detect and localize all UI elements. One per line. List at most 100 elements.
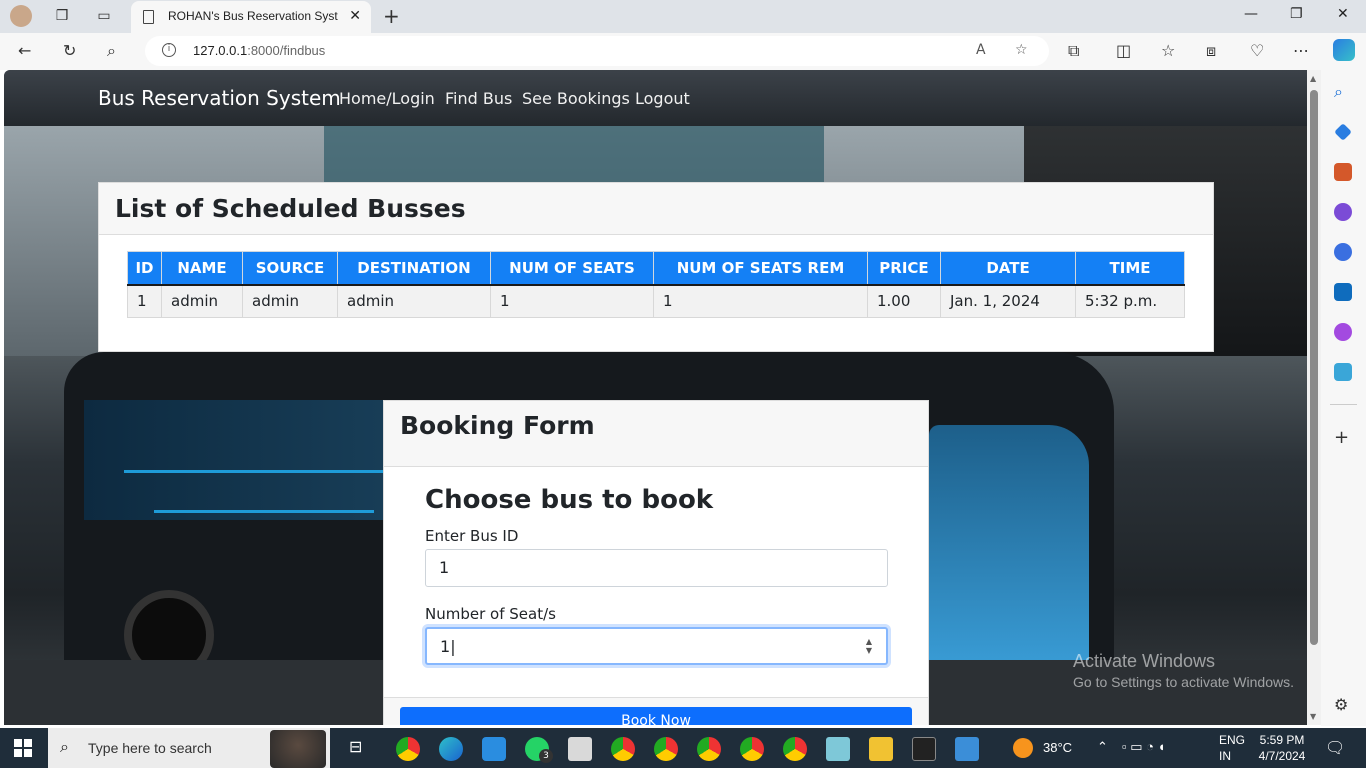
vscode-icon[interactable] — [482, 737, 506, 761]
read-aloud-icon[interactable]: A — [976, 42, 986, 58]
active-tab[interactable]: ROHAN's Bus Reservation System ✕ — [131, 1, 371, 33]
app-icon[interactable] — [826, 737, 850, 761]
site-navbar: Bus Reservation System Home/Login Find B… — [4, 70, 1307, 126]
bus-light-stripe — [124, 470, 384, 473]
notepad-icon[interactable] — [568, 737, 592, 761]
designer-icon[interactable] — [1334, 323, 1352, 341]
weather-temp[interactable]: 38°C — [1043, 740, 1072, 755]
tray-chevron-icon[interactable]: ⌃ — [1097, 739, 1108, 755]
settings-gear-icon[interactable]: ⚙ — [1334, 695, 1352, 714]
chrome-profile-icon[interactable] — [654, 737, 678, 761]
language-indicator[interactable]: ENG IN — [1219, 733, 1245, 763]
address-bar[interactable]: i 127.0.0.1:8000/findbus A ☆ — [145, 36, 1049, 66]
page-icon — [143, 10, 154, 24]
back-icon[interactable]: ← — [18, 41, 31, 60]
column-header: SOURCE — [242, 251, 338, 286]
more-menu-icon[interactable]: ⋯ — [1293, 41, 1309, 60]
workspaces-icon[interactable]: ❒ — [52, 6, 72, 26]
search-icon[interactable]: ⌕ — [1334, 82, 1352, 101]
site-brand[interactable]: Bus Reservation System — [98, 86, 341, 110]
edge-icon[interactable] — [439, 737, 463, 761]
nav-home-login[interactable]: Home/Login — [339, 89, 435, 108]
column-header: NAME — [161, 251, 243, 286]
nav-see-bookings[interactable]: See Bookings — [522, 89, 630, 108]
building-windows — [324, 126, 824, 186]
minimize-icon[interactable]: — — [1244, 6, 1258, 22]
bus-table: ID NAME SOURCE DESTINATION NUM OF SEATS … — [127, 251, 1185, 318]
url-text[interactable]: 127.0.0.1:8000/findbus — [193, 43, 325, 58]
chrome-profile-icon[interactable] — [783, 737, 807, 761]
clock-time: 5:59 PM — [1259, 733, 1305, 747]
activate-windows-watermark: Activate Windows Go to Settings to activ… — [1073, 651, 1294, 690]
chrome-profile-icon[interactable] — [611, 737, 635, 761]
refresh-icon[interactable]: ↻ — [63, 41, 76, 60]
nav-logout[interactable]: Logout — [635, 89, 690, 108]
bus-light-stripe — [154, 510, 374, 513]
games-icon[interactable] — [1334, 203, 1352, 221]
column-header: TIME — [1075, 251, 1185, 286]
site-info-icon[interactable]: i — [162, 43, 176, 57]
scroll-up-icon[interactable]: ▲ — [1310, 74, 1316, 83]
notification-icon[interactable]: 🗨 — [1325, 738, 1345, 758]
browser-tab-bar: ❒ ▭ ROHAN's Bus Reservation System ✕ + —… — [0, 0, 1366, 33]
browser-toolbar: ← ↻ ⌕ i 127.0.0.1:8000/findbus A ☆ ⧉ ◫ ☆… — [0, 33, 1366, 70]
bus-id-input[interactable]: 1 — [425, 549, 888, 587]
booking-form-card: Booking Form Choose bus to book Enter Bu… — [383, 400, 929, 725]
table-cell: admin — [337, 284, 491, 318]
scroll-thumb[interactable] — [1310, 90, 1318, 645]
chrome-icon[interactable] — [396, 737, 420, 761]
close-window-icon[interactable]: ✕ — [1337, 6, 1349, 22]
taskbar-search[interactable]: ⌕ Type here to search — [48, 728, 330, 768]
tray-icons[interactable]: ▫ ▭ ◔ ◖ — [1122, 739, 1165, 755]
number-spinner[interactable]: ▲ ▼ — [866, 637, 872, 655]
tab-actions-icon[interactable]: ▭ — [94, 6, 114, 26]
outlook-icon[interactable] — [1334, 283, 1352, 301]
search-icon[interactable]: ⌕ — [107, 41, 116, 61]
seats-value: 1 — [440, 637, 451, 656]
sidebar-divider — [1330, 404, 1357, 405]
copilot-icon[interactable] — [1333, 39, 1355, 61]
extensions-icon[interactable]: ⧉ — [1068, 41, 1079, 61]
profile-avatar[interactable] — [10, 5, 32, 27]
tools-icon[interactable] — [1334, 163, 1352, 181]
file-explorer-icon[interactable] — [869, 737, 893, 761]
whatsapp-icon[interactable]: 3 — [525, 737, 553, 763]
scroll-down-icon[interactable]: ▼ — [1310, 712, 1316, 721]
nav-find-bus[interactable]: Find Bus — [445, 89, 512, 108]
collections-icon[interactable]: ⧈ — [1206, 41, 1216, 61]
add-icon[interactable]: + — [1334, 427, 1352, 448]
table-cell: 1 — [653, 284, 868, 318]
bus-front — [929, 425, 1089, 675]
chrome-profile-icon[interactable] — [740, 737, 764, 761]
microsoft365-icon[interactable] — [1334, 243, 1352, 261]
bus-id-label: Enter Bus ID — [425, 527, 519, 545]
tab-close-icon[interactable]: ✕ — [349, 8, 361, 24]
restore-icon[interactable]: ❐ — [1290, 6, 1303, 22]
performance-icon[interactable]: ♡ — [1250, 41, 1264, 60]
new-tab-button[interactable]: + — [383, 4, 400, 28]
table-cell: 1.00 — [867, 284, 941, 318]
chrome-profile-icon[interactable] — [697, 737, 721, 761]
page-scrollbar[interactable]: ▲ ▼ — [1307, 70, 1321, 725]
table-cell: 1 — [127, 284, 162, 318]
weather-icon[interactable] — [1013, 738, 1033, 758]
clock[interactable]: 5:59 PM 4/7/2024 — [1257, 733, 1307, 763]
book-now-button[interactable]: Book Now — [400, 707, 912, 725]
windows-start-icon[interactable] — [14, 739, 32, 761]
drop-icon[interactable] — [1334, 363, 1352, 381]
shopping-icon[interactable] — [1334, 123, 1352, 141]
seats-input[interactable]: 1| ▲ ▼ — [425, 627, 888, 665]
terminal-icon[interactable] — [912, 737, 936, 761]
favorite-star-icon[interactable]: ☆ — [1015, 42, 1028, 58]
clock-date: 4/7/2024 — [1258, 749, 1306, 763]
card-title: Booking Form — [400, 411, 595, 440]
card-header: Booking Form — [384, 401, 928, 467]
split-screen-icon[interactable]: ◫ — [1116, 41, 1131, 60]
form-heading: Choose bus to book — [425, 485, 714, 515]
favorites-icon[interactable]: ☆ — [1161, 41, 1175, 60]
task-view-icon[interactable]: ⊟ — [349, 737, 373, 761]
watermark-line1: Activate Windows — [1073, 651, 1216, 671]
paint-icon[interactable] — [955, 737, 979, 761]
table-cell: 5:32 p.m. — [1075, 284, 1185, 318]
language-line2: IN — [1219, 749, 1231, 763]
